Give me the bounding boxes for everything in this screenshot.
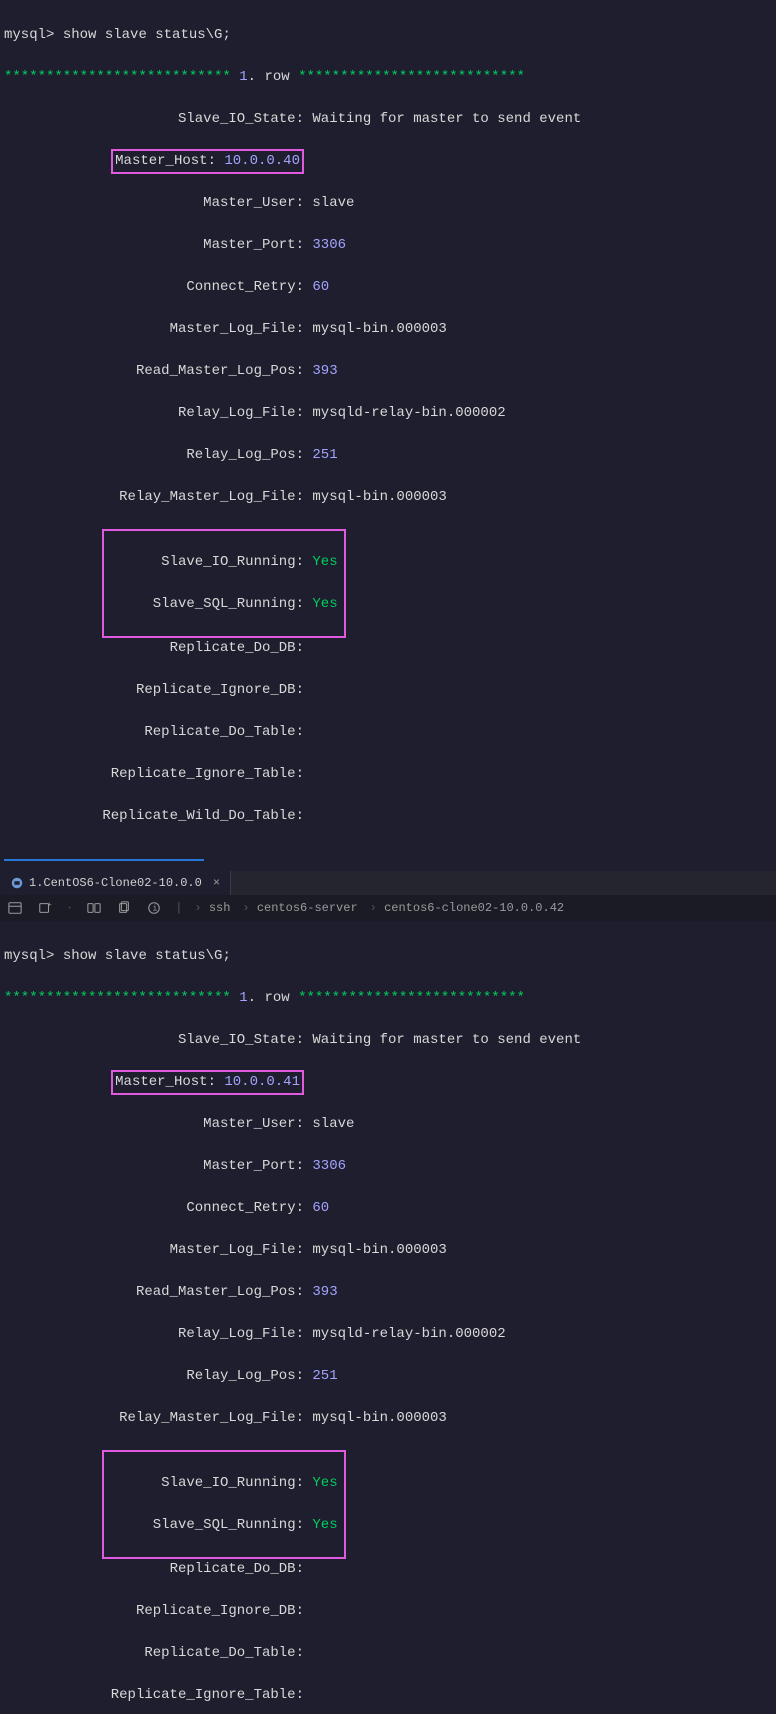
tab-title: 1.CentOS6-Clone02-10.0.0 [29,874,202,892]
stars-left: *************************** [4,69,231,85]
mysql-prompt: mysql> [4,27,54,43]
crumb-server[interactable]: › centos6-server [242,899,357,917]
highlight-master-host: Master_Host: 10.0.0.40 [111,149,304,174]
kv-master-host: Master_Host: 10.0.0.41 [4,1072,772,1093]
kv-replicate-ignore-db: Replicate_Ignore_DB: [4,680,772,701]
kv-relay-log-pos: Relay_Log_Pos: 251 [4,445,772,466]
prompt-line: mysql> show slave status\G; [4,25,772,46]
terminal-pane-1[interactable]: mysql> show slave status\G; ************… [0,0,776,871]
command-text: show slave status\G; [63,948,231,964]
row-number: 1 [239,990,247,1006]
row-header: *************************** 1. row *****… [4,988,772,1009]
prompt-line: mysql> show slave status\G; [4,946,772,967]
svg-text:+: + [48,901,52,909]
kv-read-master-log-pos: Read_Master_Log_Pos: 393 [4,1282,772,1303]
kv-relay-log-file: Relay_Log_File: mysqld-relay-bin.000002 [4,403,772,424]
highlight-slave-running-block: Slave_IO_Running: Yes Slave_SQL_Running:… [102,529,346,638]
kv-relay-master-log-file: Relay_Master_Log_File: mysql-bin.000003 [4,487,772,508]
stars-right: *************************** [298,69,525,85]
kv-slave-sql-running: Slave_SQL_Running: Yes [104,594,338,615]
close-icon[interactable]: × [213,874,220,892]
terminal-icon [10,876,24,890]
kv-replicate-do-db: Replicate_Do_DB: [4,638,772,659]
kv-master-port: Master_Port: 3306 [4,235,772,256]
mysql-prompt: mysql> [4,948,54,964]
kv-replicate-ignore-table: Replicate_Ignore_Table: [4,1685,772,1706]
kv-read-master-log-pos: Read_Master_Log_Pos: 393 [4,361,772,382]
info-icon[interactable]: i [145,899,163,917]
svg-text:i: i [153,905,158,914]
kv-replicate-wild-do-table: Replicate_Wild_Do_Table: [4,806,772,827]
terminal-pane-2[interactable]: mysql> show slave status\G; ************… [0,921,776,1714]
kv-replicate-do-db: Replicate_Do_DB: [4,1559,772,1580]
highlight-master-host: Master_Host: 10.0.0.41 [111,1070,304,1095]
kv-slave-io-running: Slave_IO_Running: Yes [104,1473,338,1494]
row-header: *************************** 1. row *****… [4,67,772,88]
kv-relay-master-log-file: Relay_Master_Log_File: mysql-bin.000003 [4,1408,772,1429]
kv-replicate-ignore-db: Replicate_Ignore_DB: [4,1601,772,1622]
separator: · [66,899,73,917]
kv-replicate-do-table: Replicate_Do_Table: [4,1643,772,1664]
stars-left: *************************** [4,990,231,1006]
tab-bar: 1.CentOS6-Clone02-10.0.0 × [0,871,776,895]
kv-slave-sql-running: Slave_SQL_Running: Yes [104,1515,338,1536]
split-icon[interactable] [85,899,103,917]
plus-icon[interactable]: + [36,899,54,917]
kv-relay-log-file: Relay_Log_File: mysqld-relay-bin.000002 [4,1324,772,1345]
kv-slave-io-state: Slave_IO_State: Waiting for master to se… [4,109,772,130]
layout-icon[interactable] [6,899,24,917]
command-text: show slave status\G; [63,27,231,43]
breadcrumb-bar: + · i | › ssh › centos6-server › centos6… [0,895,776,921]
row-number: 1 [239,69,247,85]
kv-slave-io-state: Slave_IO_State: Waiting for master to se… [4,1030,772,1051]
separator: | [175,899,182,917]
kv-relay-log-pos: Relay_Log_Pos: 251 [4,1366,772,1387]
kv-connect-retry: Connect_Retry: 60 [4,1198,772,1219]
kv-master-user: Master_User: slave [4,1114,772,1135]
kv-master-port: Master_Port: 3306 [4,1156,772,1177]
tab-centos6-clone02[interactable]: 1.CentOS6-Clone02-10.0.0 × [0,871,231,895]
kv-master-user: Master_User: slave [4,193,772,214]
kv-replicate-do-table: Replicate_Do_Table: [4,722,772,743]
row-label: . row [248,990,290,1006]
copy-icon[interactable] [115,899,133,917]
kv-master-log-file: Master_Log_File: mysql-bin.000003 [4,1240,772,1261]
crumb-ssh[interactable]: › ssh [194,899,230,917]
crumb-host[interactable]: › centos6-clone02-10.0.0.42 [370,899,564,917]
kv-replicate-ignore-table: Replicate_Ignore_Table: [4,764,772,785]
kv-master-host: Master_Host: 10.0.0.40 [4,151,772,172]
kv-slave-io-running: Slave_IO_Running: Yes [104,552,338,573]
stars-right: *************************** [298,990,525,1006]
highlight-slave-running-block: Slave_IO_Running: Yes Slave_SQL_Running:… [102,1450,346,1559]
kv-connect-retry: Connect_Retry: 60 [4,277,772,298]
row-label: . row [248,69,290,85]
kv-master-log-file: Master_Log_File: mysql-bin.000003 [4,319,772,340]
scroll-indicator [4,859,204,861]
